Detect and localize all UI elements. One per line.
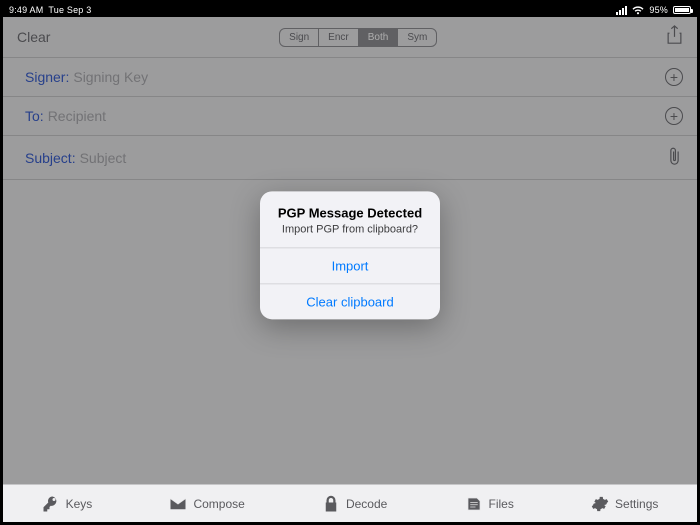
segment-both[interactable]: Both — [359, 29, 399, 46]
status-date: Tue Sep 3 — [48, 5, 91, 15]
signer-label: Signer: — [25, 69, 69, 85]
compose-icon — [169, 495, 187, 513]
tab-settings[interactable]: Settings — [591, 495, 658, 513]
status-time: 9:49 AM — [9, 5, 43, 15]
clear-button[interactable]: Clear — [17, 29, 50, 45]
subject-row[interactable]: Subject: Subject — [3, 136, 697, 180]
alert-subtitle: Import PGP from clipboard? — [270, 223, 430, 235]
to-label: To: — [25, 108, 44, 124]
add-recipient-icon[interactable]: + — [665, 107, 683, 125]
wifi-icon — [632, 6, 644, 15]
tab-bar: Keys Compose Decode Files Settings — [3, 484, 697, 522]
import-button[interactable]: Import — [260, 247, 440, 283]
add-signer-icon[interactable]: + — [665, 68, 683, 86]
device-frame: 9:49 AM Tue Sep 3 95% Clear Sign Encr Bo… — [3, 3, 697, 522]
tab-compose-label: Compose — [193, 497, 244, 511]
tab-keys-label: Keys — [66, 497, 93, 511]
to-row[interactable]: To: Recipient + — [3, 97, 697, 136]
tab-settings-label: Settings — [615, 497, 658, 511]
key-icon — [42, 495, 60, 513]
cellular-icon — [616, 6, 627, 15]
status-bar: 9:49 AM Tue Sep 3 95% — [3, 3, 697, 17]
alert-title: PGP Message Detected — [270, 205, 430, 220]
segment-sym[interactable]: Sym — [398, 29, 436, 46]
tab-compose[interactable]: Compose — [169, 495, 244, 513]
segment-encr[interactable]: Encr — [319, 29, 359, 46]
battery-percent: 95% — [649, 5, 668, 15]
tab-decode[interactable]: Decode — [322, 495, 387, 513]
tab-decode-label: Decode — [346, 497, 387, 511]
clear-clipboard-button[interactable]: Clear clipboard — [260, 283, 440, 319]
lock-icon — [322, 495, 340, 513]
signer-placeholder: Signing Key — [73, 69, 148, 85]
files-icon — [465, 495, 483, 513]
paperclip-icon — [666, 146, 683, 166]
subject-placeholder: Subject — [80, 150, 127, 166]
pgp-alert: PGP Message Detected Import PGP from cli… — [260, 191, 440, 319]
battery-icon — [673, 6, 691, 14]
attachment-button[interactable] — [666, 146, 683, 169]
mode-segmented-control[interactable]: Sign Encr Both Sym — [279, 28, 437, 47]
toolbar: Clear Sign Encr Both Sym — [3, 17, 697, 57]
gear-icon — [591, 495, 609, 513]
segment-sign[interactable]: Sign — [280, 29, 319, 46]
share-icon — [666, 25, 683, 45]
tab-files[interactable]: Files — [465, 495, 514, 513]
share-button[interactable] — [666, 25, 683, 50]
to-placeholder: Recipient — [48, 108, 106, 124]
subject-label: Subject: — [25, 150, 76, 166]
tab-files-label: Files — [489, 497, 514, 511]
tab-keys[interactable]: Keys — [42, 495, 93, 513]
signer-row[interactable]: Signer: Signing Key + — [3, 57, 697, 97]
